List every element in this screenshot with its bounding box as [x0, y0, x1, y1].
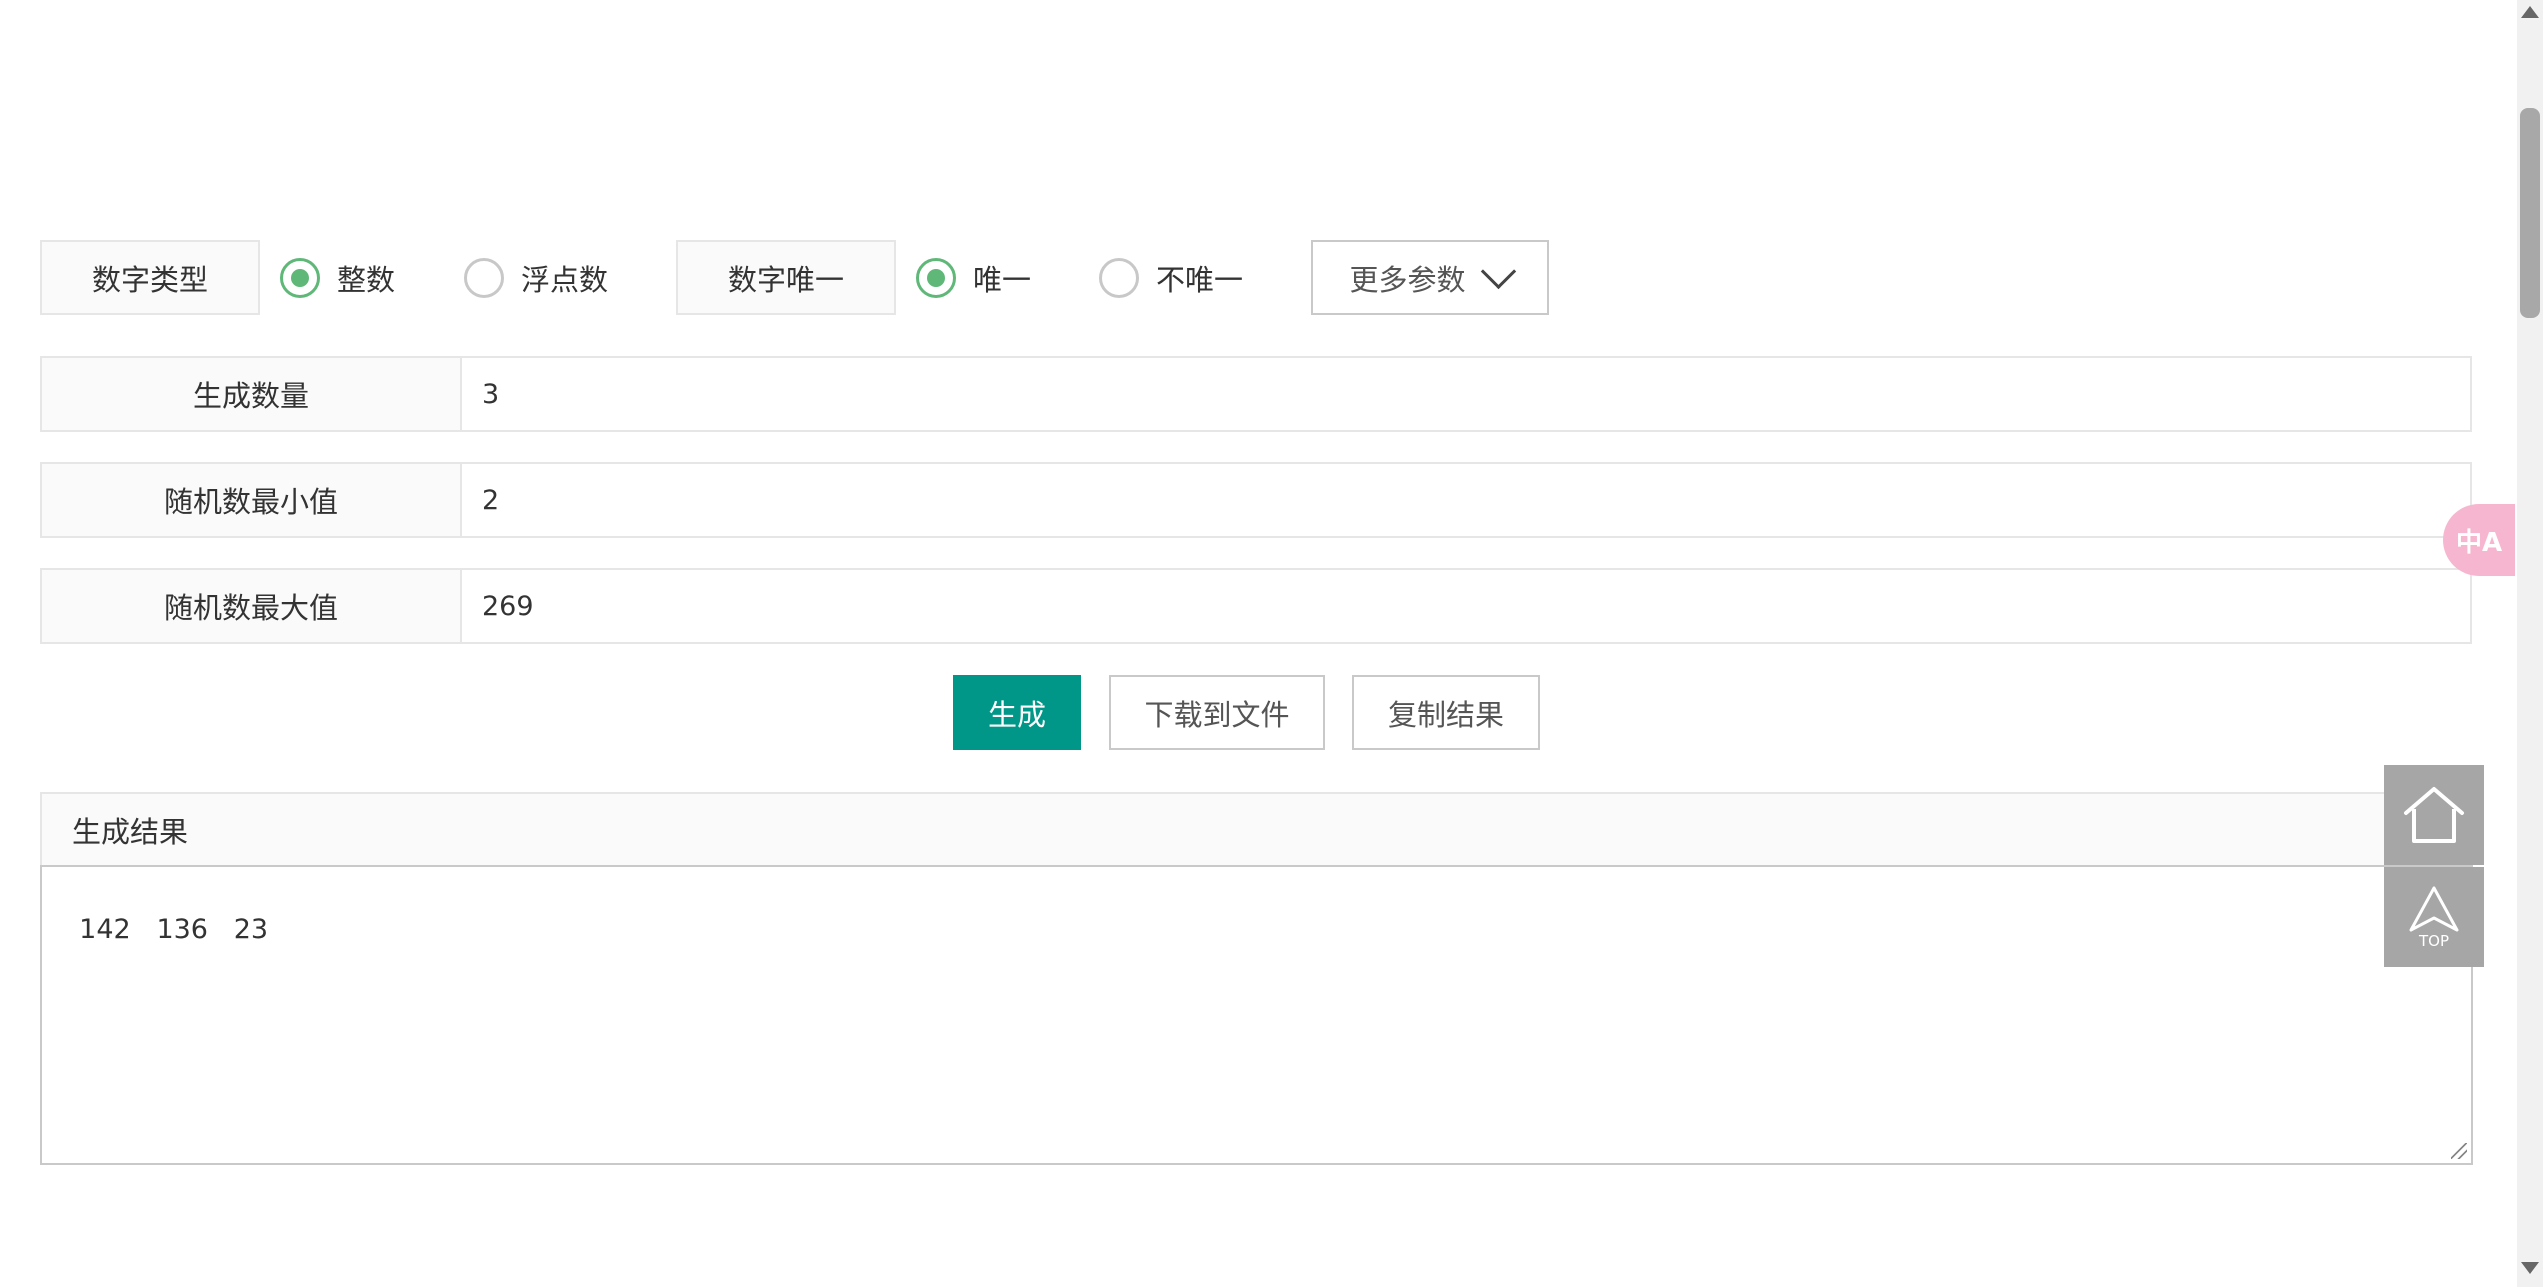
arrow-up-icon: [2409, 886, 2459, 932]
top-text: TOP: [2418, 932, 2449, 950]
scrollbar-thumb[interactable]: [2520, 108, 2540, 318]
max-input[interactable]: [462, 570, 2470, 642]
number-type-label-text: 数字类型: [91, 262, 208, 297]
download-label: 下载到文件: [1144, 697, 1290, 732]
unique-label-text: 数字唯一: [727, 262, 844, 297]
max-label: 随机数最大值: [42, 570, 462, 642]
result-title: 生成结果: [72, 815, 189, 849]
min-row: 随机数最小值: [40, 462, 2472, 538]
translate-icon: 中A: [2455, 527, 2503, 558]
scroll-down-icon[interactable]: [2521, 1262, 2539, 1274]
max-row: 随机数最大值: [40, 568, 2472, 644]
result-text: 142 136 23: [79, 914, 269, 945]
radio-integer-label: 整数: [337, 262, 396, 297]
more-params-button[interactable]: 更多参数: [1311, 240, 1549, 315]
chevron-down-icon: [1480, 253, 1516, 290]
generate-button[interactable]: 生成: [953, 675, 1081, 750]
home-button[interactable]: [2384, 765, 2484, 865]
radio-circle-checked[interactable]: [916, 257, 956, 298]
translate-button[interactable]: 中A: [2443, 504, 2515, 576]
radio-not-unique[interactable]: 不唯一: [1099, 240, 1243, 315]
back-to-top-button[interactable]: TOP: [2384, 867, 2484, 967]
radio-circle-checked[interactable]: [280, 257, 320, 298]
scroll-up-icon[interactable]: [2521, 6, 2539, 18]
copy-button[interactable]: 复制结果: [1352, 675, 1540, 750]
download-button[interactable]: 下载到文件: [1109, 675, 1325, 750]
radio-circle[interactable]: [1099, 257, 1139, 298]
count-input[interactable]: [462, 358, 2470, 430]
min-input[interactable]: [462, 464, 2470, 536]
copy-label: 复制结果: [1387, 697, 1504, 732]
radio-integer[interactable]: 整数: [280, 240, 395, 315]
radio-unique[interactable]: 唯一: [916, 240, 1031, 315]
result-header: 生成结果: [40, 792, 2472, 866]
unique-label: 数字唯一: [676, 240, 896, 315]
min-label: 随机数最小值: [42, 464, 462, 536]
number-type-label: 数字类型: [40, 240, 260, 315]
radio-not-unique-label: 不唯一: [1156, 262, 1244, 297]
home-icon: [2404, 787, 2464, 843]
result-textarea[interactable]: 142 136 23: [40, 865, 2473, 1165]
radio-circle[interactable]: [464, 257, 504, 298]
count-label: 生成数量: [42, 358, 462, 430]
resize-grip-icon[interactable]: [2451, 1143, 2467, 1159]
count-row: 生成数量: [40, 356, 2472, 432]
generate-label: 生成: [987, 697, 1046, 732]
radio-float[interactable]: 浮点数: [464, 240, 608, 315]
radio-float-label: 浮点数: [521, 262, 609, 297]
radio-unique-label: 唯一: [973, 262, 1032, 297]
more-params-label: 更多参数: [1349, 262, 1466, 297]
